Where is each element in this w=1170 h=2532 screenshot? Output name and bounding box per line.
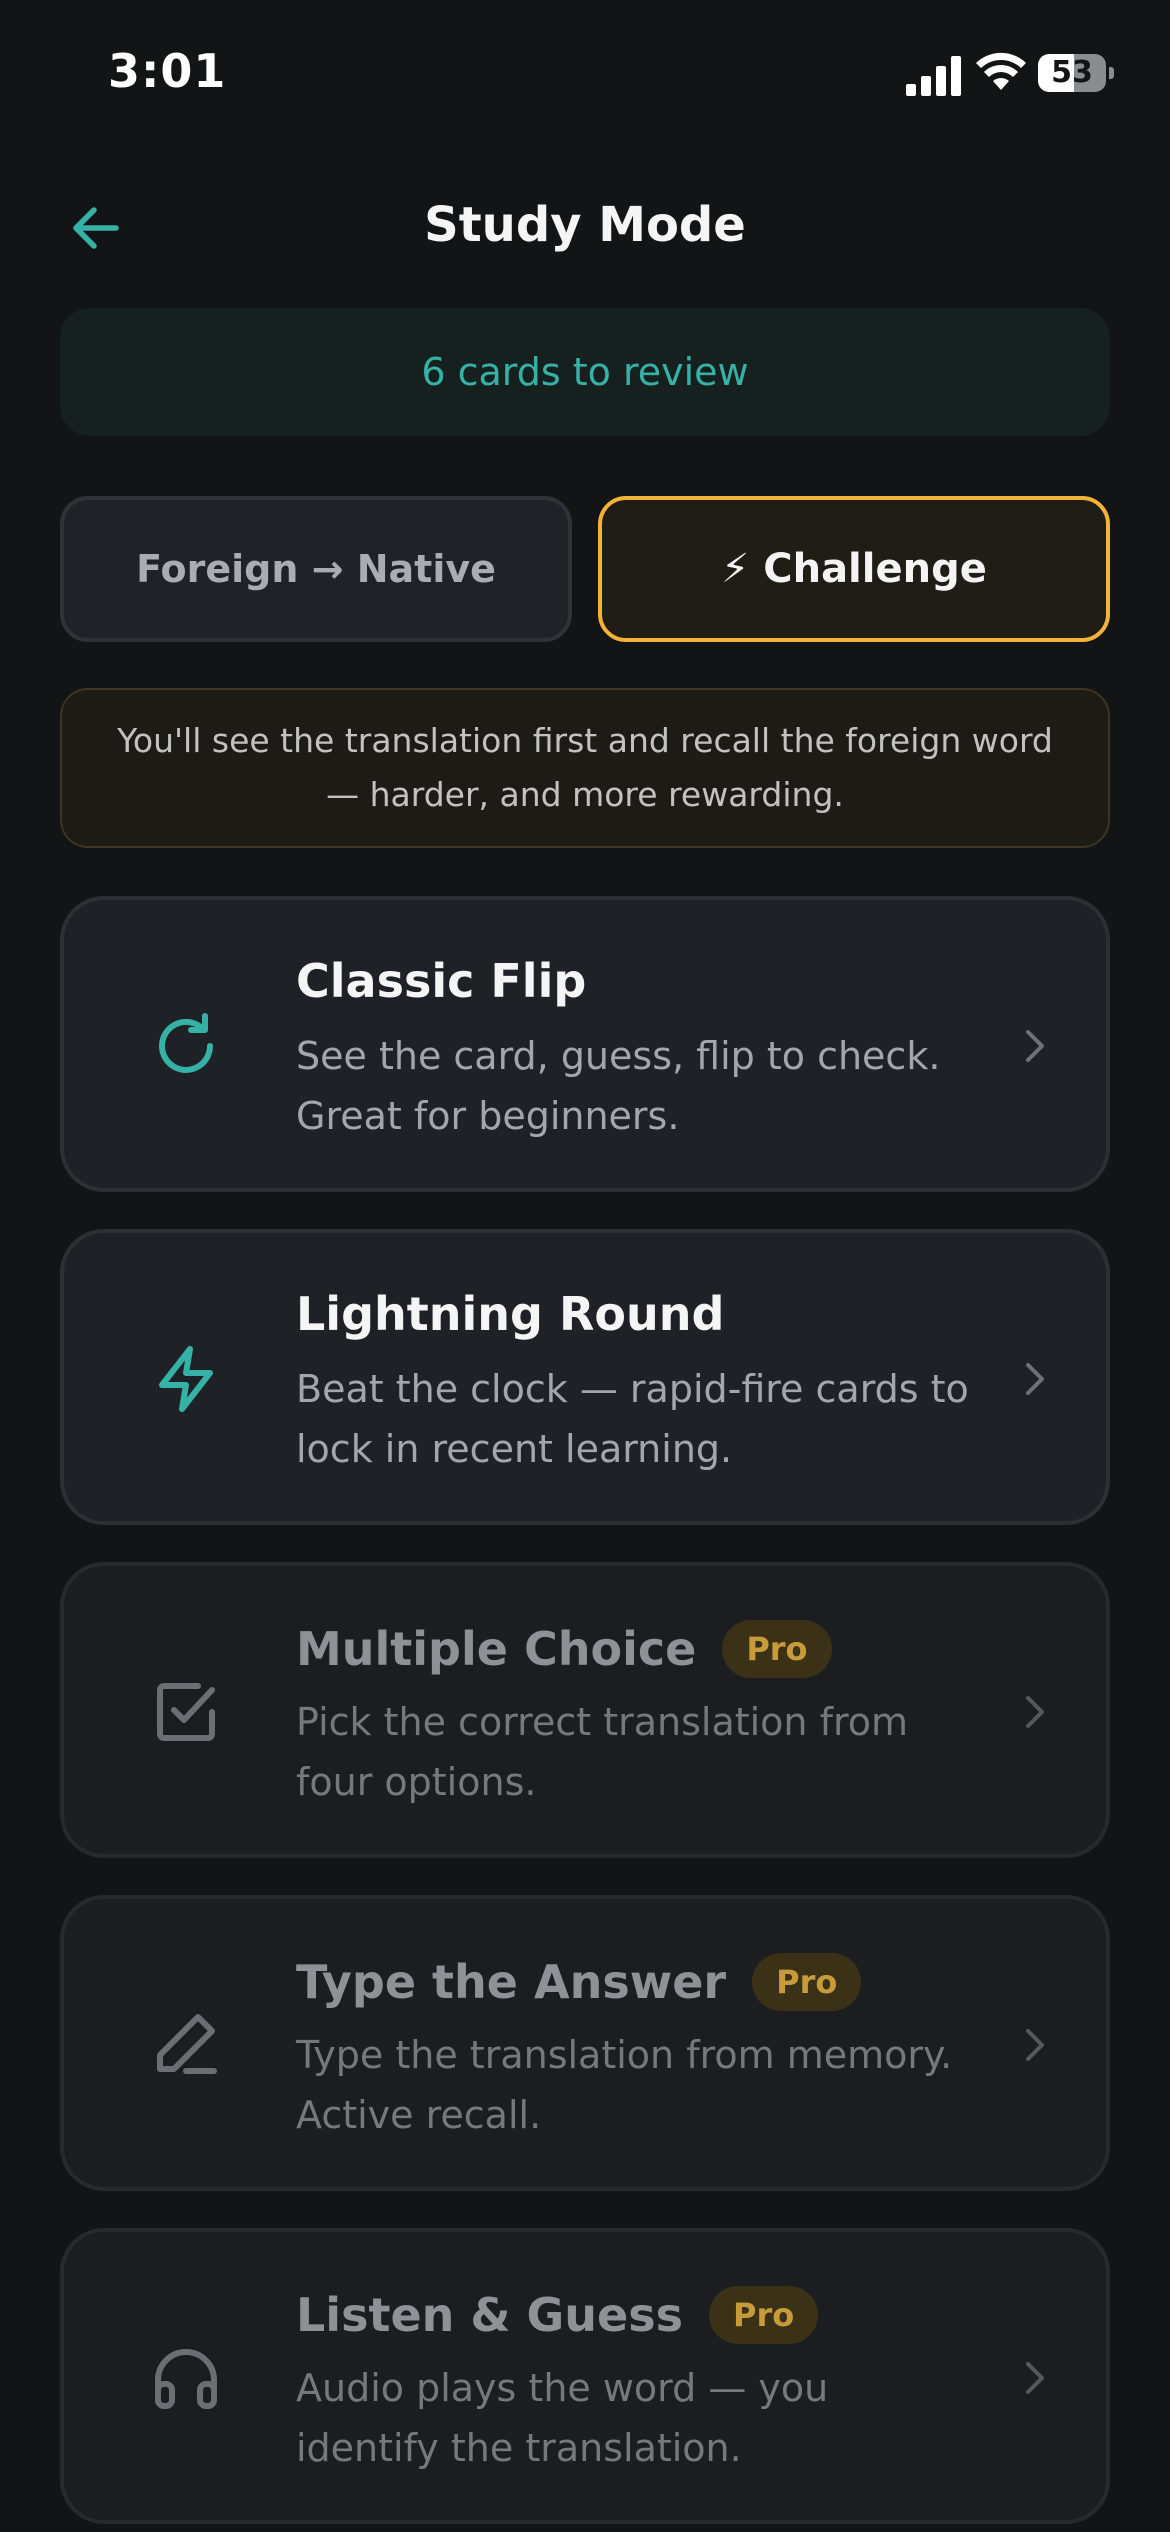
chevron-right-icon: [1026, 1696, 1044, 1728]
pencil-icon: [157, 2014, 217, 2074]
mode-card-type-the-answer[interactable]: Type the Answer Pro Type the translation…: [60, 1895, 1110, 2191]
refresh-icon: [159, 1013, 213, 1073]
mode-hint: You'll see the translation first and rec…: [60, 688, 1110, 848]
card-description: Pick the correct translation from four o…: [296, 1700, 909, 1804]
status-bar: 3:01 53: [0, 0, 1170, 150]
card-title: Classic Flip: [296, 954, 587, 1008]
mode-card-listen-and-guess[interactable]: Listen & Guess Pro Audio plays the word …: [60, 2228, 1110, 2524]
card-description: Audio plays the word — you identify the …: [296, 2366, 829, 2470]
card-title-row: Listen & Guess Pro: [296, 2286, 819, 2344]
lightning-icon: [159, 1346, 213, 1412]
card-title: Multiple Choice: [296, 1622, 697, 1676]
review-count-banner[interactable]: 6 cards to review: [60, 308, 1110, 436]
pro-badge: Pro: [722, 1620, 832, 1678]
page-title: Study Mode: [424, 197, 746, 253]
toggle-challenge-label: Challenge: [763, 546, 987, 592]
card-description: Type the translation from memory. Active…: [296, 2033, 953, 2137]
chevron-right-icon: [1026, 1363, 1044, 1395]
cellular-signal-icon: [906, 56, 961, 96]
chevron-right-icon: [1026, 2362, 1044, 2394]
battery-level: 53: [1051, 55, 1093, 90]
checkbox-icon: [157, 1683, 215, 1741]
chevron-right-icon: [1026, 1030, 1044, 1062]
card-description: Beat the clock — rapid-fire cards to loc…: [296, 1367, 969, 1471]
chevron-right-icon: [1026, 2029, 1044, 2061]
card-title: Lightning Round: [296, 1287, 725, 1341]
battery-icon: 53: [1038, 54, 1114, 92]
back-button[interactable]: [56, 188, 136, 268]
card-title-row: Type the Answer Pro: [296, 1953, 862, 2011]
mode-card-multiple-choice[interactable]: Multiple Choice Pro Pick the correct tra…: [60, 1562, 1110, 1858]
toggle-challenge[interactable]: ⚡ Challenge: [598, 496, 1110, 642]
card-title-row: Multiple Choice Pro: [296, 1620, 832, 1678]
mode-card-classic-flip[interactable]: Classic Flip See the card, guess, flip t…: [60, 896, 1110, 1192]
toggle-foreign-to-native-label: Foreign → Native: [136, 547, 496, 591]
wifi-icon: [976, 52, 1026, 90]
card-title: Type the Answer: [296, 1955, 727, 2009]
battery-nub: [1109, 67, 1114, 79]
card-title-row: Lightning Round: [296, 1287, 724, 1341]
lightning-emoji-icon: ⚡: [721, 546, 750, 592]
mode-card-lightning-round[interactable]: Lightning Round Beat the clock — rapid-f…: [60, 1229, 1110, 1525]
card-title: Listen & Guess: [296, 2288, 684, 2342]
battery-body: 53: [1038, 54, 1106, 92]
card-description: See the card, guess, flip to check. Grea…: [296, 1034, 941, 1138]
pro-badge: Pro: [752, 1953, 862, 2011]
card-title-row: Classic Flip: [296, 954, 586, 1008]
header: Study Mode: [0, 170, 1170, 280]
headphones-icon: [155, 2349, 217, 2409]
pro-badge: Pro: [709, 2286, 819, 2344]
status-time: 3:01: [108, 44, 227, 98]
back-arrow-icon: [73, 207, 119, 249]
toggle-foreign-to-native[interactable]: Foreign → Native: [60, 496, 572, 642]
